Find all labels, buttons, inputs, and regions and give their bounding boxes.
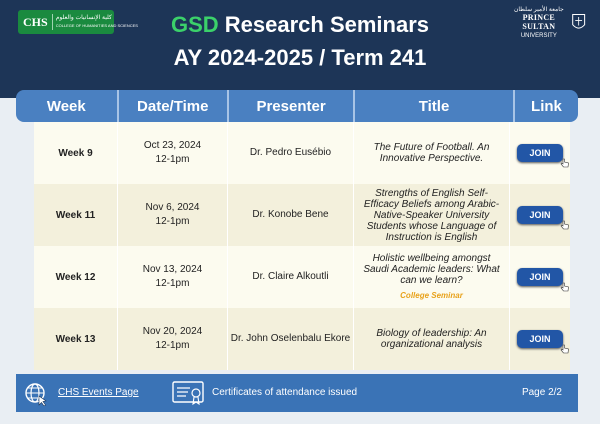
- time-text: 12-1pm: [155, 340, 190, 351]
- page-number: Page 2/2: [521, 387, 562, 398]
- join-button[interactable]: JOIN: [517, 268, 569, 292]
- certificates-text: Certificates of attendance issued: [212, 387, 358, 398]
- title-text: Holistic wellbeing amongst Saudi Academi…: [363, 253, 500, 286]
- week-cell: Week 13: [34, 308, 118, 370]
- week-cell: Week 9: [34, 122, 118, 184]
- psu-logo-sub: UNIVERSITY: [520, 33, 557, 39]
- link-cell: JOIN: [510, 184, 570, 246]
- header-banner: CHS كلية الإنسانيات والعلوم COLLEGE OF H…: [0, 0, 600, 98]
- schedule-table: Week 9 Oct 23, 2024 12-1pm Dr. Pedro Eusé…: [34, 122, 570, 370]
- date-cell: Nov 20, 2024 12-1pm: [118, 308, 228, 370]
- hand-cursor-icon: [560, 220, 569, 230]
- title-text: Biology of leadership: An organizational…: [376, 328, 487, 350]
- presenter-cell: Dr. Claire Alkoutli: [228, 246, 354, 308]
- time-text: 12-1pm: [155, 216, 190, 227]
- chs-events-link[interactable]: CHS Events Page: [58, 387, 139, 398]
- table-header: Week Date/Time Presenter Title Link: [16, 90, 578, 122]
- date-text: Oct 23, 2024: [143, 140, 202, 151]
- col-date: Date/Time: [119, 90, 229, 122]
- join-label: JOIN: [529, 272, 551, 282]
- page-title-rest: Research Seminars: [218, 12, 430, 37]
- date-text: Nov 13, 2024: [142, 264, 203, 275]
- presenter-cell: Dr. John Oselenbalu Ekore: [228, 308, 354, 370]
- title-cell: The Future of Football. An Innovative Pe…: [354, 122, 510, 184]
- college-seminar-note: College Seminar: [400, 291, 463, 300]
- join-label: JOIN: [529, 210, 551, 220]
- col-presenter: Presenter: [229, 90, 356, 122]
- psu-logo: جامعة الأمير سلطان PRINCE SULTAN UNIVERS…: [510, 6, 586, 40]
- footer-bar: CHS Events Page Certificates of attendan…: [16, 374, 578, 412]
- hand-cursor-icon: [560, 344, 569, 354]
- join-button[interactable]: JOIN: [517, 206, 569, 230]
- time-text: 12-1pm: [155, 278, 190, 289]
- hand-cursor-icon: [560, 158, 569, 168]
- title-cell: Biology of leadership: An organizational…: [354, 308, 510, 370]
- date-text: Nov 6, 2024: [145, 202, 200, 213]
- globe-cursor-icon: [25, 383, 47, 406]
- page-subtitle: AY 2024-2025 / Term 241: [173, 45, 427, 70]
- title-cell: Holistic wellbeing amongst Saudi Academi…: [354, 246, 510, 308]
- table-row: Week 12 Nov 13, 2024 12-1pm Dr. Claire Al…: [34, 246, 570, 308]
- date-text: Nov 20, 2024: [142, 326, 203, 337]
- title-text: Strengths of English Self-Efficacy Belie…: [363, 187, 500, 243]
- page-title-accent: GSD: [170, 12, 219, 37]
- presenter-cell: Dr. Konobe Bene: [228, 184, 354, 246]
- col-week: Week: [16, 90, 119, 122]
- psu-logo-name: PRINCE SULTAN: [522, 13, 556, 31]
- week-cell: Week 11: [34, 184, 118, 246]
- psu-crest-icon: [571, 13, 585, 29]
- time-text: 12-1pm: [155, 154, 190, 165]
- presenter-cell: Dr. Pedro Eusébio: [228, 122, 354, 184]
- table-row: Week 11 Nov 6, 2024 12-1pm Dr. Konobe Ben…: [34, 184, 570, 246]
- table-row: Week 9 Oct 23, 2024 12-1pm Dr. Pedro Eusé…: [34, 122, 570, 184]
- psu-logo-text: جامعة الأمير سلطان PRINCE SULTAN UNIVERS…: [510, 6, 568, 40]
- link-cell: JOIN: [510, 308, 570, 370]
- date-cell: Nov 13, 2024 12-1pm: [118, 246, 228, 308]
- join-label: JOIN: [529, 334, 551, 344]
- date-cell: Nov 6, 2024 12-1pm: [118, 184, 228, 246]
- col-link: Link: [531, 97, 562, 115]
- join-label: JOIN: [529, 148, 551, 158]
- table-row: Week 13 Nov 20, 2024 12-1pm Dr. John Osel…: [34, 308, 570, 370]
- link-cell: JOIN: [510, 246, 570, 308]
- certificate-icon: [172, 381, 204, 406]
- title-cell: Strengths of English Self-Efficacy Belie…: [354, 184, 510, 246]
- week-cell: Week 12: [34, 246, 118, 308]
- date-cell: Oct 23, 2024 12-1pm: [118, 122, 228, 184]
- join-button[interactable]: JOIN: [517, 330, 569, 354]
- link-cell: JOIN: [510, 122, 570, 184]
- col-title: Title: [355, 90, 515, 122]
- join-button[interactable]: JOIN: [517, 144, 569, 168]
- hand-cursor-icon: [560, 282, 569, 292]
- title-text: The Future of Football. An Innovative Pe…: [373, 142, 490, 164]
